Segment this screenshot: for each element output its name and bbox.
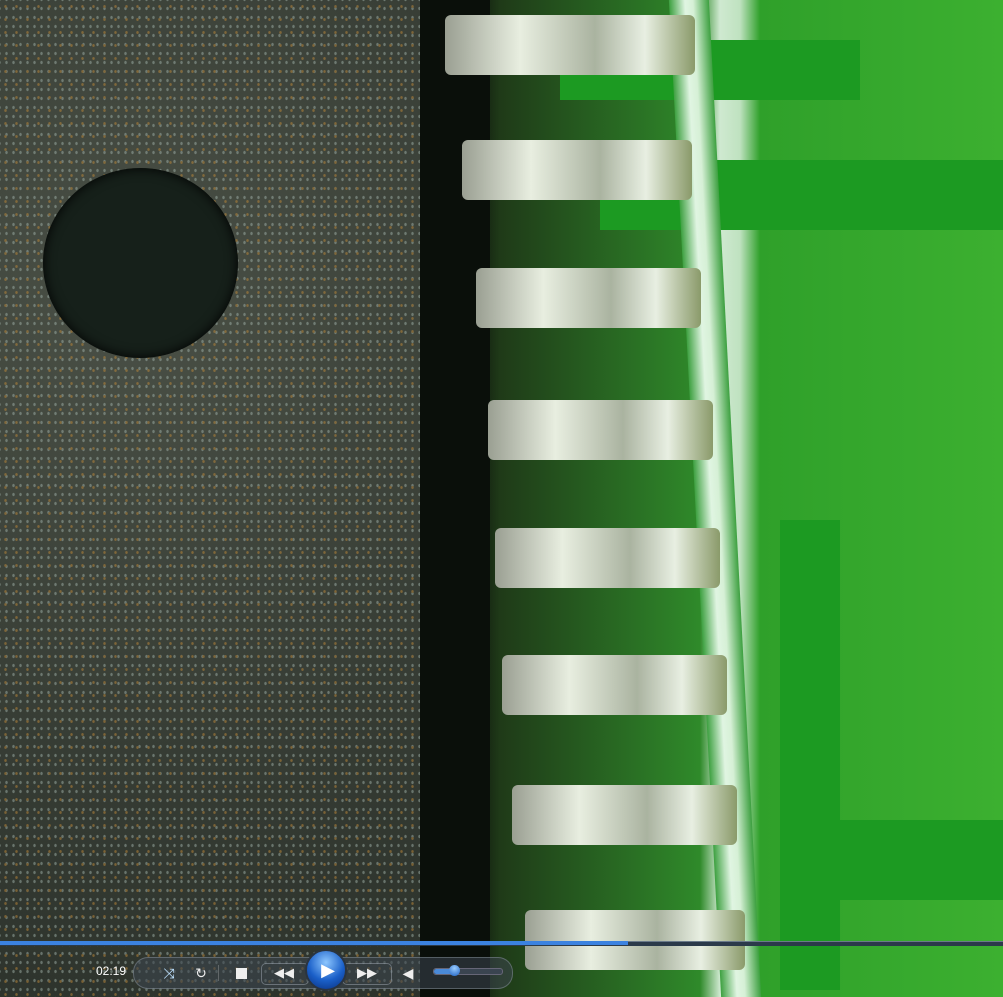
play-button[interactable]: ▶ <box>305 949 347 991</box>
volume-slider[interactable] <box>433 965 503 976</box>
video-frame[interactable] <box>0 0 1003 997</box>
next-icon[interactable]: ▶▶ <box>349 958 385 988</box>
elapsed-time: 02:19 <box>96 964 127 978</box>
play-icon: ▶ <box>321 959 335 980</box>
volume-knob[interactable] <box>449 965 461 976</box>
repeat-icon[interactable]: ↻ <box>190 958 212 988</box>
seek-progress <box>0 941 628 945</box>
chip-pin1-marker <box>43 168 238 358</box>
seek-bar[interactable] <box>0 940 1003 946</box>
volume-icon[interactable]: ◀ <box>400 958 416 988</box>
stop-icon[interactable] <box>232 958 250 988</box>
chip-body <box>0 0 440 997</box>
previous-icon[interactable]: ◀◀ <box>266 958 302 988</box>
shuffle-icon[interactable]: ⤨ <box>156 958 182 988</box>
